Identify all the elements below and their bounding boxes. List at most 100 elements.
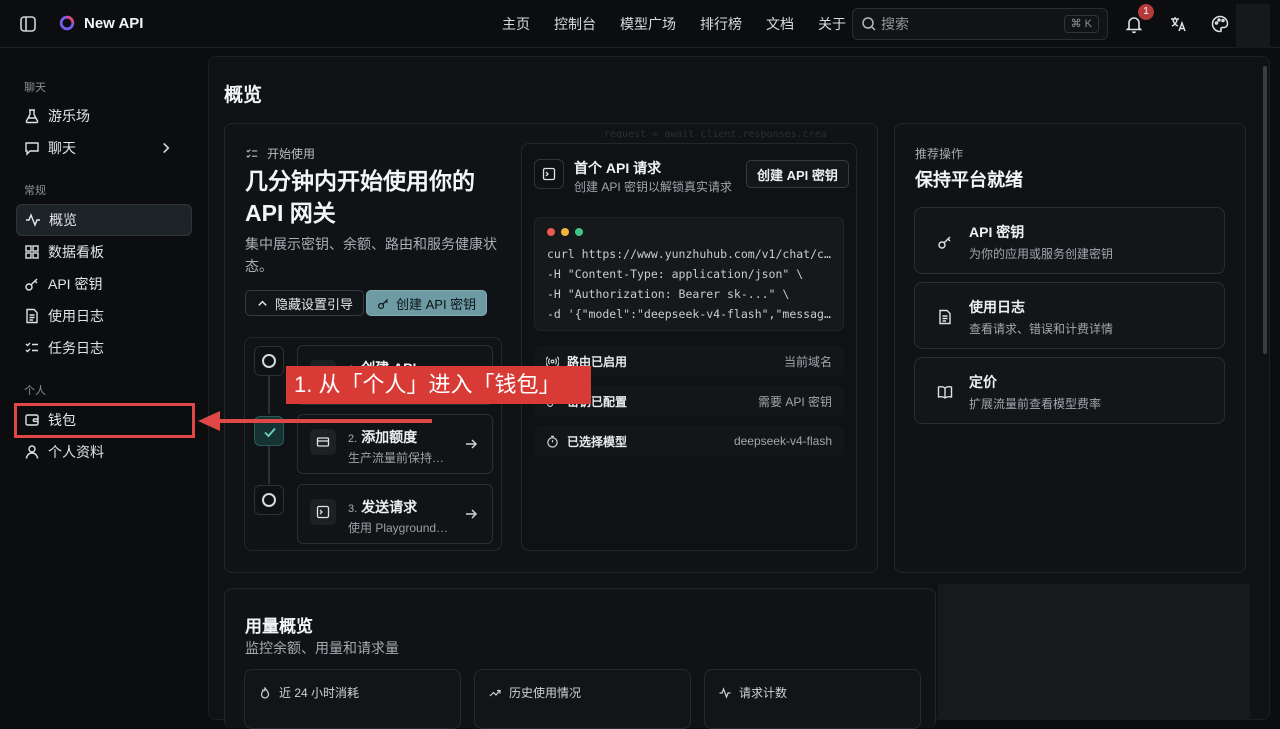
chevron-up-icon (258, 300, 267, 306)
sidebar-item-label: 个人资料 (48, 444, 104, 460)
user-icon (25, 445, 39, 459)
avatar[interactable] (1236, 4, 1270, 48)
arrow-right-icon (466, 509, 478, 519)
book-icon (937, 386, 953, 399)
sidebar-group-general: 常规 (24, 185, 46, 197)
placeholder-block (938, 584, 1250, 720)
nav-console[interactable]: 控制台 (548, 14, 602, 34)
sidebar-item-usage-logs[interactable]: 使用日志 (16, 300, 192, 332)
search-box[interactable]: 搜索 ⌘ K (852, 8, 1108, 40)
flame-icon (260, 686, 270, 699)
sidebar-item-label: API 密钥 (48, 276, 103, 292)
sidebar-item-label: 游乐场 (48, 108, 90, 124)
get-started-eyebrow: 开始使用 (245, 145, 315, 162)
step-subtitle: 使用 Playground… (348, 521, 449, 535)
sidebar-item-label: 数据看板 (48, 244, 104, 260)
sidebar-group-personal: 个人 (24, 385, 46, 397)
trend-icon (489, 689, 501, 696)
step-card-send-request[interactable]: 3. 发送请求 使用 Playground… (297, 484, 493, 544)
terminal-icon (542, 167, 556, 181)
recommended-usage-logs[interactable]: 使用日志 查看请求、错误和计费详情 (914, 282, 1225, 349)
timer-icon (547, 435, 558, 448)
get-started-description: 集中展示密钥、余额、路由和服务健康状态。 (245, 236, 497, 274)
nav-docs[interactable]: 文档 (760, 14, 800, 34)
file-icon (939, 309, 951, 325)
step-status-3 (254, 485, 284, 515)
code-line: curl https://www.yunzhuhub.com/v1/chat/c… (547, 247, 833, 261)
status-model-selected: 已选择模型 deepseek-v4-flash (534, 426, 844, 456)
nav-model-plaza[interactable]: 模型广场 (614, 14, 682, 34)
nav-home[interactable]: 主页 (496, 14, 536, 34)
first-request-title: 首个 API 请求 (574, 160, 662, 176)
sidebar-item-dashboard[interactable]: 数据看板 (16, 236, 192, 268)
usage-card-label: 请求计数 (739, 686, 788, 700)
sidebar-item-label: 聊天 (48, 140, 76, 156)
activity-icon (719, 686, 731, 699)
code-line: -H "Authorization: Bearer sk-..." \ (547, 287, 790, 301)
sidebar-item-label: 任务日志 (48, 340, 104, 356)
brand-name[interactable]: New API (84, 15, 143, 32)
code-line: -H "Content-Type: application/json" \ (547, 267, 804, 281)
recommended-item-title: 使用日志 (969, 299, 1025, 315)
annotation-arrow-icon (198, 411, 432, 431)
scrollbar[interactable] (1263, 66, 1267, 354)
flask-icon (25, 109, 39, 124)
terminal-icon-box (534, 159, 564, 189)
checklist-icon (246, 148, 258, 158)
code-snippet: curl https://www.yunzhuhub.com/v1/chat/c… (534, 217, 844, 331)
status-value: 当前域名 (783, 354, 832, 369)
top-bar: New API 主页 控制台 模型广场 排行榜 文档 关于 搜索 ⌘ K 1 (0, 0, 1280, 48)
step-status-1 (254, 346, 284, 376)
recommended-title: 保持平台就绪 (915, 170, 1023, 190)
arrow-right-icon (466, 439, 478, 449)
sidebar-item-overview[interactable]: 概览 (16, 204, 192, 236)
sidebar-group-chat: 聊天 (24, 82, 46, 94)
grid-icon (25, 245, 39, 259)
translate-icon[interactable] (1168, 14, 1188, 34)
hide-setup-guide-button[interactable]: 隐藏设置引导 (245, 290, 365, 316)
file-icon (26, 308, 38, 324)
step-title: 3. 发送请求 (348, 499, 418, 515)
recommended-item-subtitle: 查看请求、错误和计费详情 (969, 322, 1114, 336)
search-placeholder: 搜索 (881, 16, 909, 32)
step-subtitle: 生产流量前保持… (348, 451, 445, 465)
create-api-key-button[interactable]: 创建 API 密钥 (366, 290, 488, 316)
hide-setup-guide-label: 隐藏设置引导 (275, 296, 354, 312)
get-started-eyebrow-text: 开始使用 (267, 147, 316, 161)
usage-request-count: 请求计数 (704, 669, 921, 729)
code-line: -d '{"model":"deepseek-v4-flash","messag… (547, 307, 833, 321)
sidebar-item-playground[interactable]: 游乐场 (16, 100, 192, 132)
key-icon (25, 278, 38, 291)
palette-icon[interactable] (1210, 14, 1230, 34)
get-started-headline: 几分钟内开始使用你的 API 网关 (245, 168, 475, 226)
activity-icon (26, 213, 40, 227)
sidebar-item-task-logs[interactable]: 任务日志 (16, 332, 192, 364)
usage-subtitle: 监控余额、用量和请求量 (245, 640, 399, 656)
chevron-right-icon (163, 142, 170, 154)
sidebar-item-api-keys[interactable]: API 密钥 (16, 268, 192, 300)
recommended-eyebrow: 推荐操作 (915, 147, 964, 161)
recommended-api-keys[interactable]: API 密钥 为你的应用或服务创建密钥 (914, 207, 1225, 274)
annotation-callout: 1. 从「个人」进入「钱包」 (286, 366, 591, 404)
sidebar-item-label: 概览 (49, 212, 77, 228)
sidebar-item-chat[interactable]: 聊天 (16, 132, 192, 164)
status-value: 需要 API 密钥 (757, 394, 832, 409)
notification-badge: 1 (1138, 4, 1154, 20)
nav-about[interactable]: 关于 (812, 14, 852, 34)
recommended-item-title: 定价 (969, 374, 997, 390)
recommended-pricing[interactable]: 定价 扩展流量前查看模型费率 (914, 357, 1225, 424)
usage-title: 用量概览 (245, 617, 313, 636)
search-shortcut: ⌘ K (1063, 15, 1099, 33)
step-connector (268, 446, 270, 484)
top-nav: 主页 控制台 模型广场 排行榜 文档 关于 (490, 0, 858, 48)
recommended-item-title: API 密钥 (969, 224, 1025, 240)
recommended-item-subtitle: 扩展流量前查看模型费率 (969, 397, 1102, 411)
usage-history: 历史使用情况 (474, 669, 691, 729)
card-icon (316, 437, 330, 447)
sidebar-item-profile[interactable]: 个人资料 (16, 436, 192, 468)
sidebar-toggle-icon[interactable] (18, 14, 38, 34)
nav-ranking[interactable]: 排行榜 (694, 14, 748, 34)
page-title: 概览 (224, 85, 263, 106)
logo-icon[interactable] (58, 14, 76, 32)
first-request-create-key-button[interactable]: 创建 API 密钥 (746, 160, 849, 188)
